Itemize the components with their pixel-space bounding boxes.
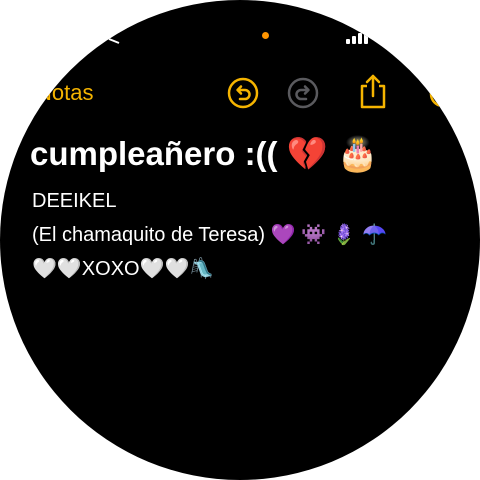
cellular-signal-icon	[346, 30, 370, 44]
share-icon[interactable]	[356, 72, 390, 110]
notes-screen: Notas cumpleañero :(( 💔 🎂 DEEIKEL (El ch…	[0, 0, 480, 480]
note-body-line[interactable]: (El chamaquito de Teresa) 💜 👾 🪻 ☂️	[32, 222, 387, 248]
more-options-icon[interactable]	[428, 80, 458, 108]
location-indicator-dot	[262, 32, 269, 39]
note-body-line[interactable]: 🤍🤍XOXO🤍🤍🛝	[32, 256, 214, 282]
note-title[interactable]: cumpleañero :(( 💔 🎂	[30, 134, 378, 174]
redo-icon[interactable]	[286, 76, 320, 110]
wifi-icon	[108, 38, 120, 44]
note-body-line[interactable]: DEEIKEL	[32, 188, 116, 214]
undo-icon[interactable]	[226, 76, 260, 110]
back-button[interactable]: Notas	[36, 80, 93, 106]
back-button-label: Notas	[36, 80, 94, 105]
